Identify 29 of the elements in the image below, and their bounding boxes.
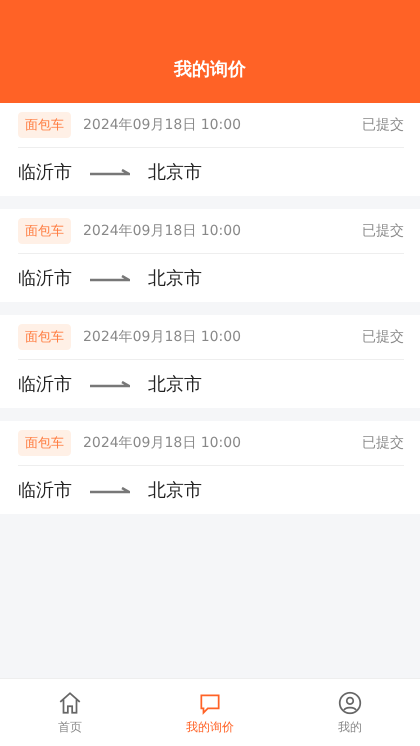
nav-tab[interactable]: 我的 [280, 679, 420, 746]
person-icon [337, 690, 363, 716]
inquiry-status: 已提交 [362, 328, 404, 346]
vehicle-tag: 面包车 [18, 112, 71, 138]
destination-city: 北京市 [148, 373, 202, 396]
origin-city: 临沂市 [18, 161, 72, 184]
destination-city: 北京市 [148, 267, 202, 290]
inquiry-time: 2024年09月18日 10:00 [83, 328, 242, 346]
inquiry-status: 已提交 [362, 434, 404, 452]
inquiry-status: 已提交 [362, 222, 404, 240]
vehicle-tag: 面包车 [18, 218, 71, 244]
inquiry-time: 2024年09月18日 10:00 [83, 434, 242, 452]
inquiry-time: 2024年09月18日 10:00 [83, 116, 242, 134]
inquiry-status: 已提交 [362, 116, 404, 134]
origin-city: 临沂市 [18, 479, 72, 502]
page-title: 我的询价 [174, 58, 246, 81]
home-icon [57, 690, 83, 716]
inquiry-card[interactable]: 面包车 2024年09月18日 10:00 已提交 临沂市 北京市 [0, 315, 420, 408]
inquiry-time: 2024年09月18日 10:00 [83, 222, 242, 240]
origin-city: 临沂市 [18, 373, 72, 396]
inquiry-card[interactable]: 面包车 2024年09月18日 10:00 已提交 临沂市 北京市 [0, 103, 420, 196]
nav-tab[interactable]: 首页 [0, 679, 140, 746]
inquiry-card[interactable]: 面包车 2024年09月18日 10:00 已提交 临沂市 北京市 [0, 421, 420, 514]
destination-city: 北京市 [148, 479, 202, 502]
vehicle-tag: 面包车 [18, 430, 71, 456]
inquiry-card[interactable]: 面包车 2024年09月18日 10:00 已提交 临沂市 北京市 [0, 209, 420, 302]
destination-city: 北京市 [148, 161, 202, 184]
origin-city: 临沂市 [18, 267, 72, 290]
vehicle-tag: 面包车 [18, 324, 71, 350]
